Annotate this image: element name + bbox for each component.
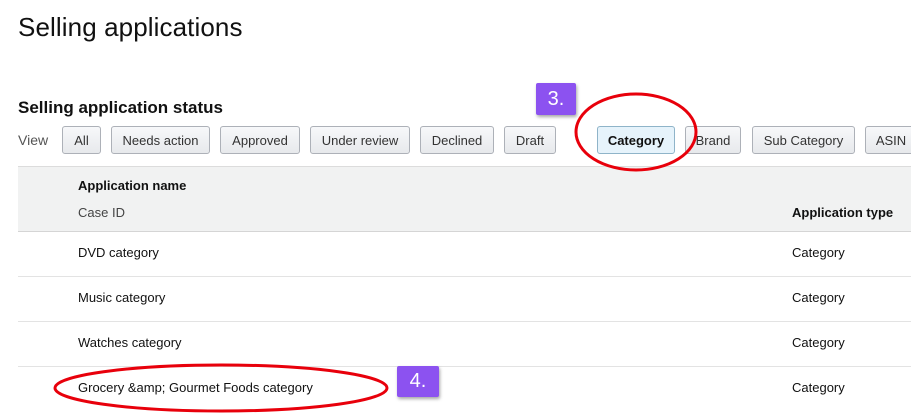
filter-approved-button[interactable]: Approved xyxy=(220,126,300,154)
applications-table: Application name Case ID Application typ… xyxy=(18,166,911,415)
column-header-application-type[interactable]: Application type xyxy=(792,205,893,220)
column-header-application-name[interactable]: Application name xyxy=(78,178,186,193)
application-type-cell: Category xyxy=(792,380,845,395)
filter-category-button[interactable]: Category xyxy=(597,126,675,154)
table-row[interactable]: Watches category Category xyxy=(18,322,911,367)
application-name-cell[interactable]: Watches category xyxy=(78,335,182,350)
filter-draft-button[interactable]: Draft xyxy=(504,126,556,154)
filter-under-review-button[interactable]: Under review xyxy=(310,126,410,154)
application-name-cell[interactable]: DVD category xyxy=(78,245,159,260)
table-row[interactable]: Music category Category xyxy=(18,277,911,322)
filter-declined-button[interactable]: Declined xyxy=(420,126,494,154)
column-header-case-id[interactable]: Case ID xyxy=(78,205,125,220)
filter-all-button[interactable]: All xyxy=(62,126,101,154)
filter-brand-button[interactable]: Brand xyxy=(685,126,741,154)
step-3-badge: 3. xyxy=(536,83,576,115)
page-title: Selling applications xyxy=(18,12,243,42)
filter-sub-category-button[interactable]: Sub Category xyxy=(752,126,855,154)
application-type-cell: Category xyxy=(792,290,845,305)
filter-asin-button[interactable]: ASIN xyxy=(865,126,911,154)
section-title: Selling application status xyxy=(18,98,223,117)
filter-needs-action-button[interactable]: Needs action xyxy=(111,126,210,154)
application-name-cell[interactable]: Grocery &amp; Gourmet Foods category xyxy=(78,380,313,395)
application-type-cell: Category xyxy=(792,335,845,350)
step-4-badge: 4. xyxy=(397,366,439,397)
table-row[interactable]: DVD category Category xyxy=(18,232,911,277)
application-name-cell[interactable]: Music category xyxy=(78,290,165,305)
view-label: View xyxy=(18,132,49,148)
table-row[interactable]: Grocery &amp; Gourmet Foods category Cat… xyxy=(18,367,911,412)
application-type-cell: Category xyxy=(792,245,845,260)
table-header: Application name Case ID Application typ… xyxy=(18,166,911,232)
